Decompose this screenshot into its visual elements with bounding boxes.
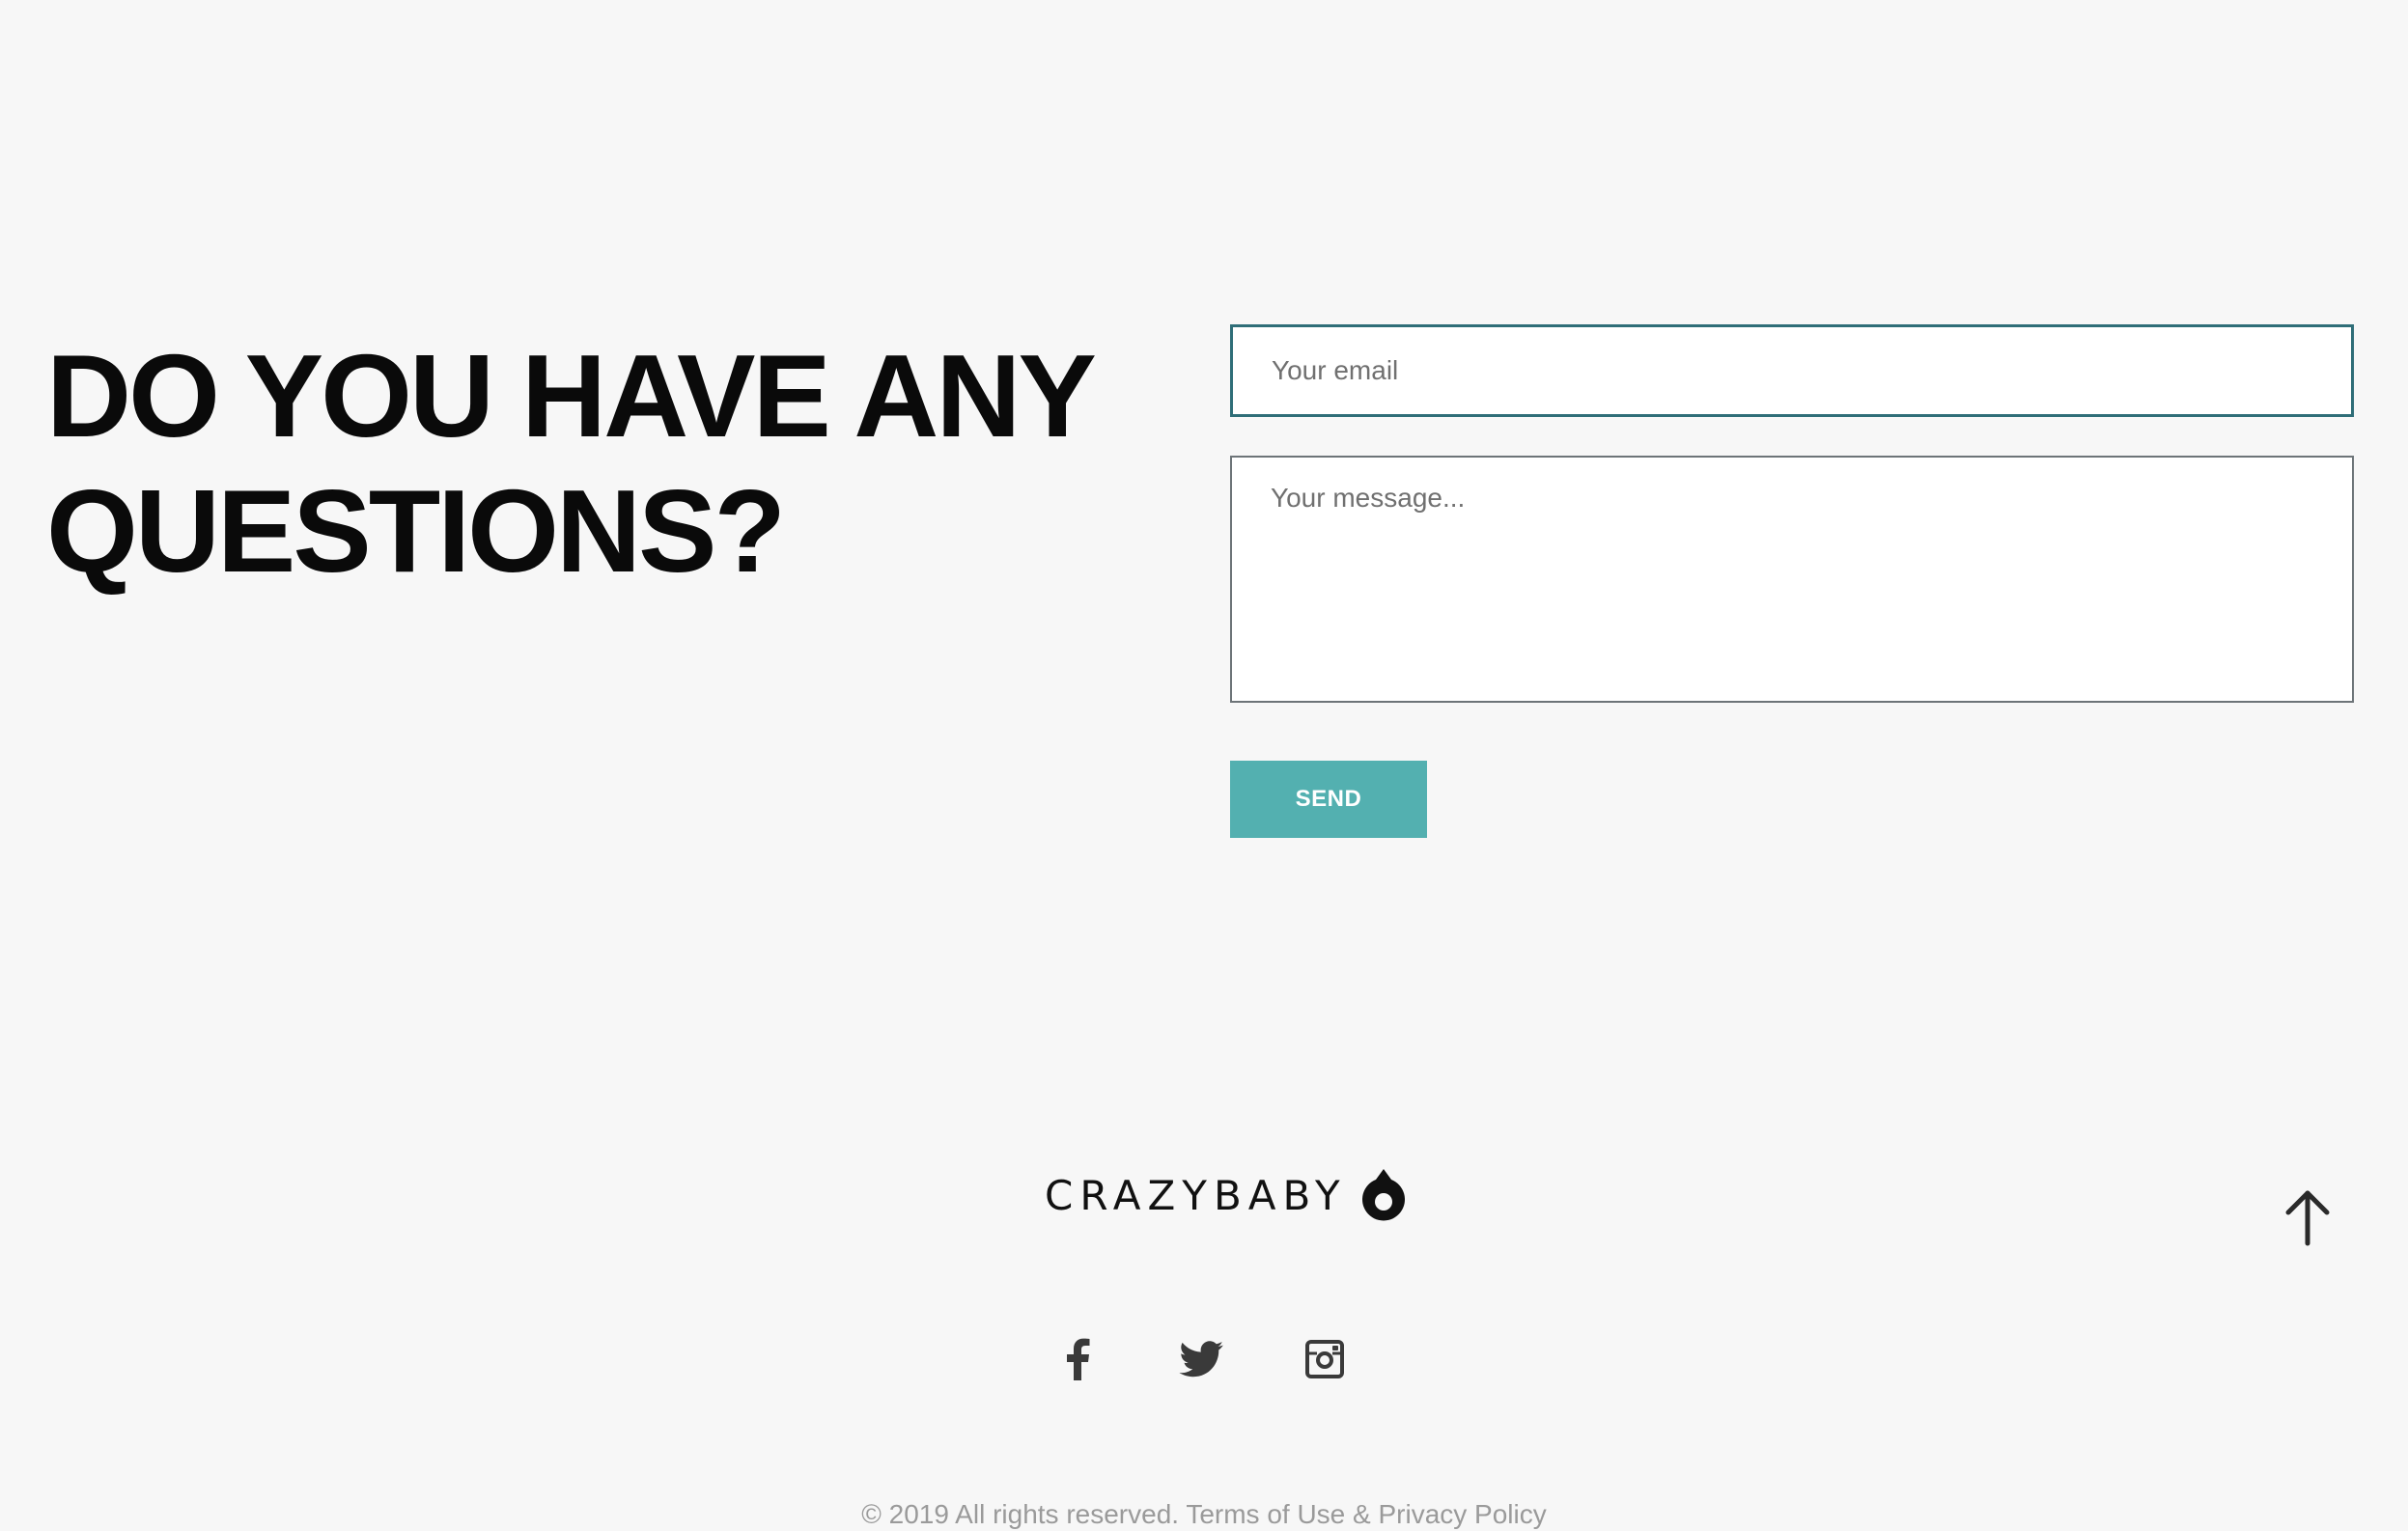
droplet-logo-icon	[1361, 1169, 1405, 1221]
contact-heading-line-2: QUESTIONS?	[46, 465, 786, 597]
instagram-link[interactable]	[1300, 1334, 1350, 1384]
instagram-icon	[1305, 1340, 1344, 1378]
facebook-link[interactable]	[1052, 1334, 1103, 1384]
message-field[interactable]	[1230, 456, 2354, 703]
contact-heading-line-1: DO YOU HAVE ANY	[46, 330, 1097, 461]
copyright-text: © 2019 All rights reserved. Terms of Use…	[861, 1499, 1547, 1529]
send-button[interactable]: SEND	[1230, 761, 1427, 838]
facebook-icon	[1067, 1338, 1090, 1380]
arrow-up-icon	[2285, 1190, 2330, 1246]
twitter-link[interactable]	[1176, 1334, 1226, 1384]
logo-wordmark: CRAZYBABY	[1045, 1171, 1347, 1219]
email-field[interactable]	[1230, 324, 2354, 417]
scroll-to-top-button[interactable]	[2279, 1185, 2337, 1247]
contact-heading: DO YOU HAVE ANY QUESTIONS?	[46, 328, 1157, 598]
twitter-icon	[1179, 1341, 1223, 1378]
footer-logo[interactable]: CRAZYBABY	[1045, 1162, 1409, 1228]
